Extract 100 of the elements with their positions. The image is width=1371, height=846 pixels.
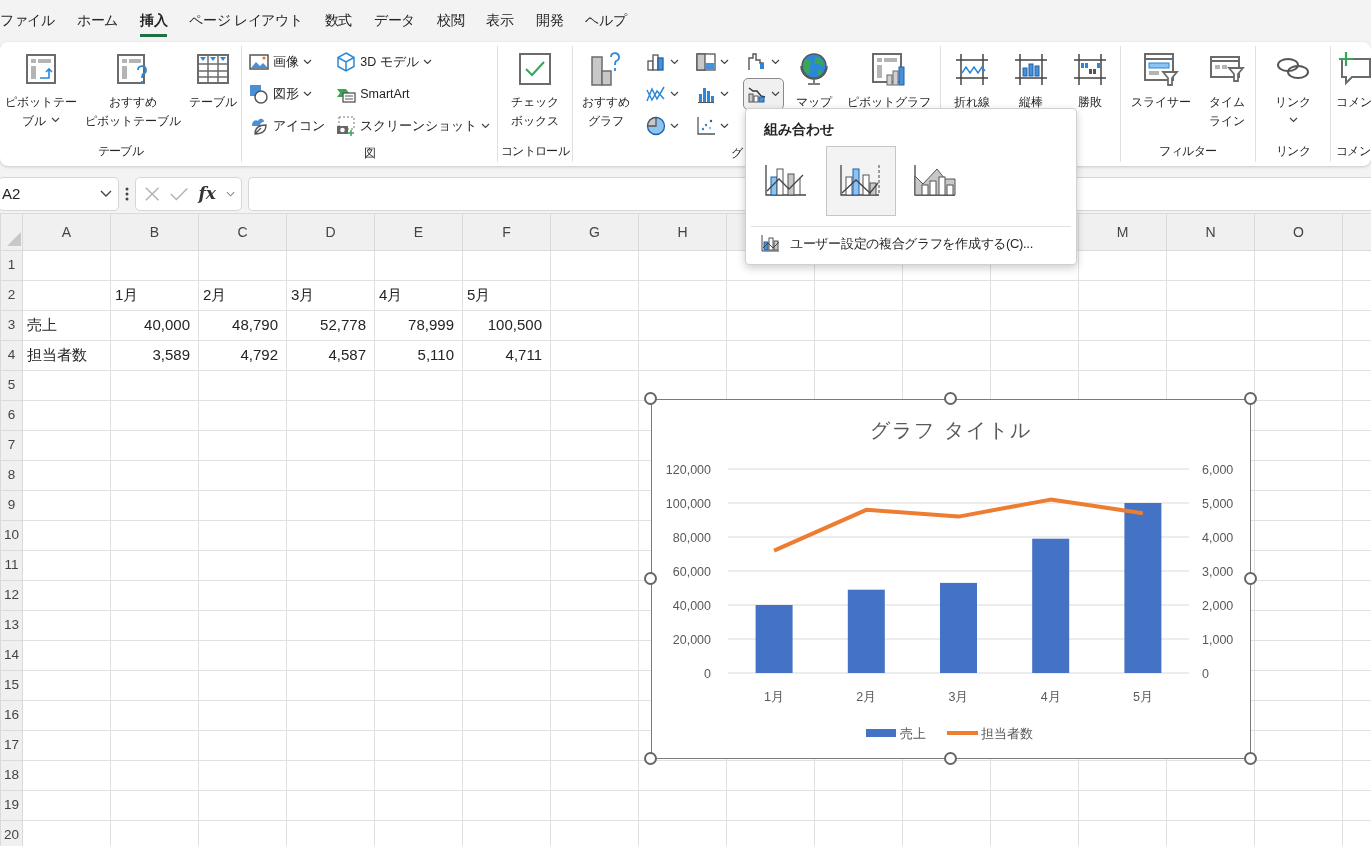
ribbon-button[interactable]: 折れ線 [950, 46, 993, 115]
cube-icon [336, 52, 357, 72]
ribbon-button[interactable]: スライサー [1128, 46, 1194, 115]
row-header[interactable]: 1 [0, 250, 23, 281]
sparkline-winloss-icon [1071, 51, 1108, 87]
column-header[interactable]: G [550, 213, 639, 251]
axis-label: 5月 [1132, 690, 1153, 704]
menu-tab[interactable]: ページ レイアウト [178, 0, 314, 40]
menu-tab[interactable]: 数式 [313, 0, 363, 40]
ribbon-button[interactable]: 縦棒 [1009, 46, 1052, 115]
pie-chart-icon [646, 116, 666, 136]
ribbon-button[interactable]: 図形 [244, 78, 329, 110]
column-header[interactable]: N [1166, 213, 1255, 251]
ribbon-button[interactable]: SmartArt [332, 78, 495, 110]
menu-tab[interactable]: ヘルプ [574, 0, 638, 40]
column-header[interactable]: B [110, 213, 199, 251]
row-header[interactable]: 6 [0, 400, 23, 431]
ribbon-button[interactable]: タイム ライン [1206, 46, 1248, 134]
chart-type-button[interactable] [742, 78, 784, 110]
row-header[interactable]: 4 [0, 340, 23, 371]
row-header[interactable]: 16 [0, 700, 23, 731]
ribbon-button[interactable]: リンク [1272, 46, 1314, 134]
row-header[interactable]: 9 [0, 490, 23, 521]
column-header[interactable]: H [638, 213, 727, 251]
resize-handle[interactable] [643, 391, 657, 405]
ribbon-button[interactable]: ピボットテー ブル [2, 46, 80, 134]
table-cell: 3月 [286, 280, 375, 311]
table-cell: 4月 [374, 280, 463, 311]
function-button[interactable]: fx [198, 181, 216, 207]
menu-tab[interactable]: データ [362, 0, 427, 40]
table-cell: 78,999 [374, 310, 463, 341]
row-header[interactable]: 7 [0, 430, 23, 461]
ribbon-button[interactable]: 勝敗 [1068, 46, 1111, 115]
axis-label: 1月 [764, 690, 785, 704]
column-header[interactable]: C [198, 213, 287, 251]
row-header[interactable]: 5 [0, 370, 23, 401]
table-cell: 5,110 [374, 340, 463, 371]
combo-chart-icon [760, 233, 780, 254]
row-header[interactable]: 19 [0, 790, 23, 821]
column-header[interactable]: D [286, 213, 375, 251]
ribbon-button[interactable]: コメン [1335, 46, 1371, 115]
ribbon-button[interactable]: アイコン [244, 110, 329, 142]
menu-tab[interactable]: 校閲 [426, 0, 476, 40]
resize-handle[interactable] [643, 751, 657, 765]
column-header[interactable]: F [462, 213, 551, 251]
column-header[interactable]: M [1078, 213, 1167, 251]
ribbon-button[interactable]: 画像 [244, 46, 329, 78]
axis-label: 20,000 [672, 632, 711, 647]
row-header[interactable]: 18 [0, 760, 23, 791]
caret-icon [100, 190, 112, 198]
axis-label: 4月 [1040, 690, 1061, 704]
table-icon [195, 51, 231, 87]
resize-handle[interactable] [1243, 391, 1257, 405]
legend-swatch [866, 729, 896, 737]
row-header[interactable]: 12 [0, 580, 23, 611]
menu-tab[interactable]: ファイル [0, 0, 66, 40]
row-header[interactable]: 8 [0, 460, 23, 491]
chart-area[interactable]: グラフ タイトル 0 20,000 40,000 60,000 80,000 100,000 120,000 0 1,000 2,000 3,000 4,000 5,000 6,000 1月 2月 3月 4月 5月 売上 担当者数 [651, 399, 1251, 759]
axis-label: 1,000 [1202, 632, 1234, 647]
legend-label: 売上 [900, 726, 926, 741]
axis-label: 3月 [948, 690, 969, 704]
row-header[interactable]: 10 [0, 520, 23, 551]
row-header[interactable]: 17 [0, 730, 23, 761]
axis-label: 60,000 [672, 564, 711, 579]
table-cell: 5月 [462, 280, 551, 311]
table-cell: 売上 [22, 310, 111, 341]
ribbon-button[interactable]: 3D モデル [332, 46, 495, 78]
column-header[interactable]: E [374, 213, 463, 251]
screenshot-icon [336, 116, 357, 136]
picture-icon [248, 52, 269, 72]
column-header[interactable]: A [22, 213, 111, 251]
ribbon-button[interactable]: テーブル [186, 46, 240, 115]
row-header[interactable]: 2 [0, 280, 23, 311]
table-cell: 4,587 [286, 340, 375, 371]
group-label: 図 [362, 145, 377, 162]
row-header[interactable]: 13 [0, 610, 23, 641]
ribbon-button[interactable]: おすすめ グラフ [578, 46, 633, 134]
row-header[interactable]: 14 [0, 640, 23, 671]
menu-item[interactable]: ユーザー設定の複合グラフを作成する(C)... [746, 227, 1047, 260]
row-header[interactable]: 3 [0, 310, 23, 341]
table-cell: 48,790 [198, 310, 287, 341]
axis-label: 2月 [856, 690, 877, 704]
menu-tab[interactable]: ホーム [65, 0, 129, 40]
column-header[interactable]: O [1254, 213, 1343, 251]
row-header[interactable]: 20 [0, 820, 23, 846]
menu-tab[interactable]: 表示 [475, 0, 525, 40]
group-label: テーブル [96, 143, 145, 160]
ribbon-button[interactable]: チェック ボックス [508, 46, 562, 134]
chart-bar [755, 605, 793, 673]
name-box[interactable]: A2 [0, 177, 119, 211]
ribbon-button[interactable]: おすすめ ピボットテーブル [82, 46, 184, 134]
legend-label: 担当者数 [981, 726, 1033, 741]
ribbon-button[interactable]: スクリーンショット [332, 110, 495, 142]
group-label: リンク [1274, 143, 1312, 160]
chart-type-option[interactable] [826, 146, 896, 217]
row-header[interactable]: 15 [0, 670, 23, 701]
group-label: グ [730, 145, 744, 162]
row-header[interactable]: 11 [0, 550, 23, 581]
treemap-icon [696, 52, 717, 72]
menu-tab[interactable]: 開発 [524, 0, 575, 40]
